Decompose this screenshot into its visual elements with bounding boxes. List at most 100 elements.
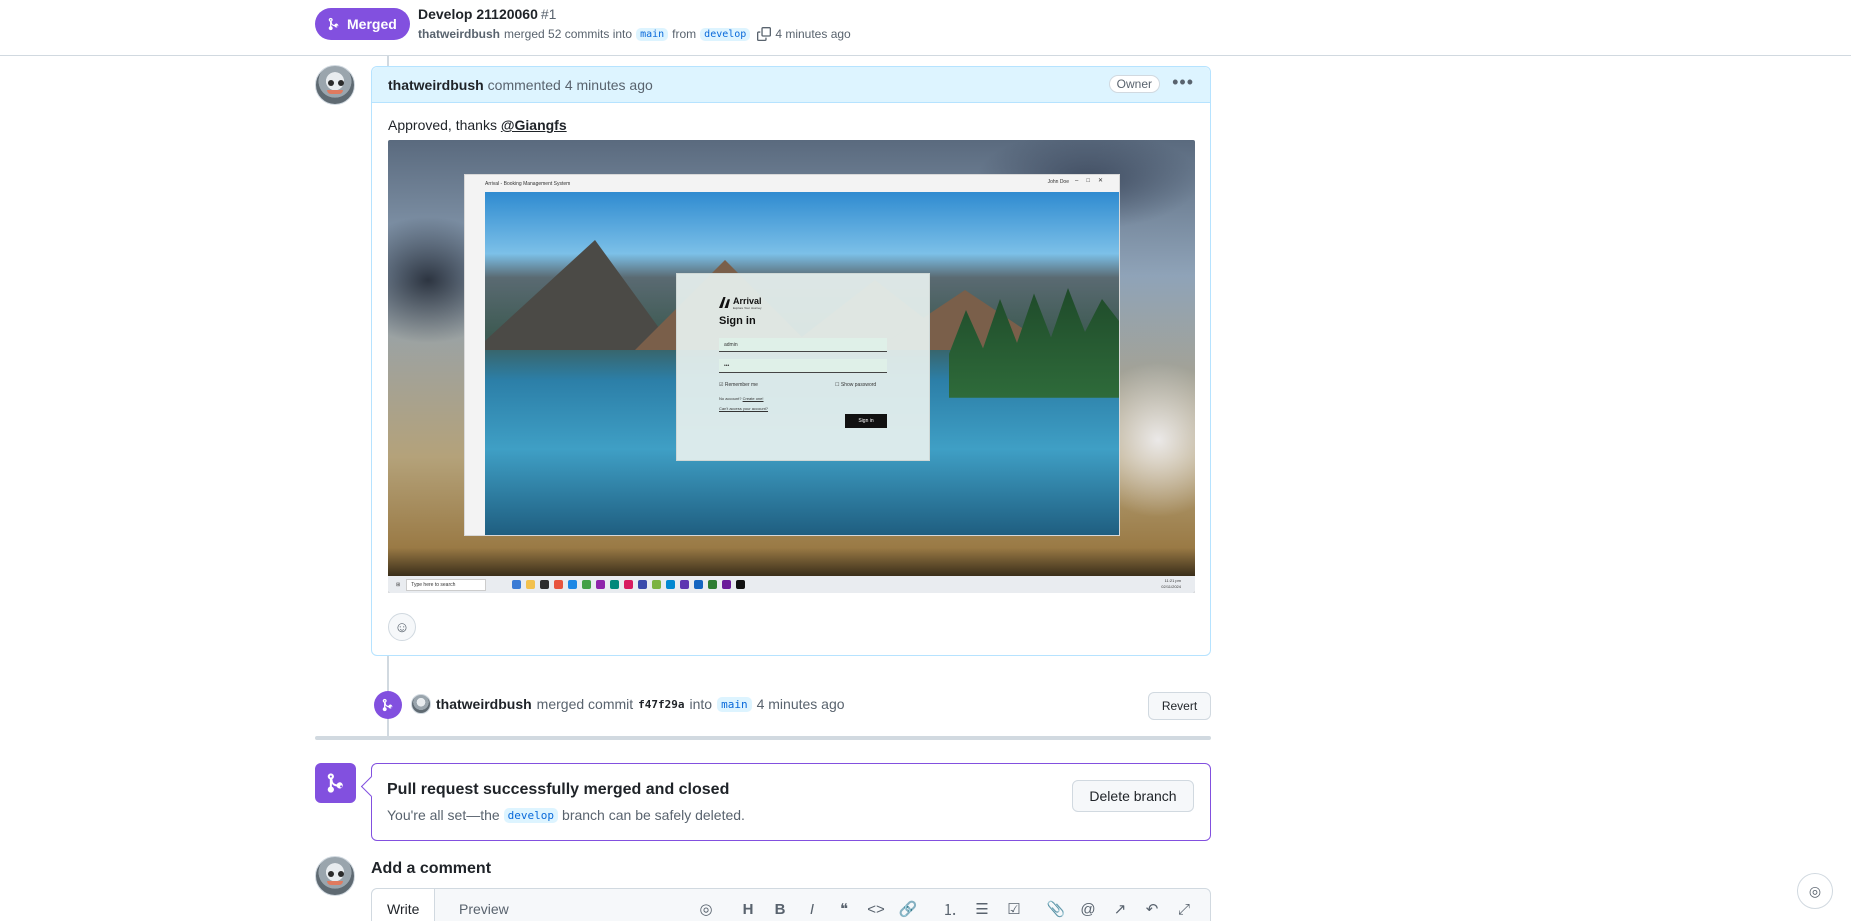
- screenshot-signin-heading: Sign in: [719, 315, 756, 327]
- screenshot-brand-tagline: Explore Your Journey: [733, 306, 762, 310]
- pr-number: #1: [540, 6, 557, 22]
- add-comment-title: Add a comment: [371, 860, 492, 877]
- quote-icon[interactable]: ❝: [828, 897, 860, 921]
- screenshot-show-password-label: Show password: [840, 382, 877, 388]
- comment-time-link[interactable]: 4 minutes ago: [565, 77, 653, 93]
- screenshot-brand: Arrival: [733, 296, 762, 306]
- screenshot-signin-button: Sign in: [845, 414, 887, 428]
- taskbar-app-icon: [596, 580, 606, 589]
- merge-event-text: thatweirdbush merged commit f47f29a into…: [411, 694, 845, 714]
- taskbar-clock-time: 11:21 pm: [1164, 578, 1181, 583]
- taskbar-clock: 11:21 pm 02/11/2024: [1161, 578, 1181, 590]
- pr-sticky-header: Merged Develop 21120060 #1 thatweirdbush …: [0, 0, 1851, 56]
- head-branch-label[interactable]: develop: [700, 27, 751, 41]
- merge-sub-before: You're all set—the: [387, 807, 500, 823]
- windows-start-icon: ⊞: [396, 581, 401, 588]
- screenshot-nav-rail: [465, 192, 485, 535]
- taskbar-app-icon: [540, 580, 550, 589]
- screenshot-user-name: John Doe: [1047, 179, 1069, 185]
- taskbar-app-icon: [638, 580, 648, 589]
- paperclip-icon[interactable]: 📎: [1040, 897, 1072, 921]
- numbered-list-icon[interactable]: ⒈: [934, 897, 966, 921]
- mention-icon[interactable]: @: [1072, 897, 1104, 921]
- reply-icon[interactable]: ↶: [1136, 897, 1168, 921]
- merge-box-icon-badge: [315, 763, 356, 803]
- fullscreen-icon[interactable]: ⤢: [1168, 897, 1200, 921]
- copilot-chat-button[interactable]: ◎: [1797, 873, 1833, 909]
- taskbar-app-icon: [736, 580, 746, 589]
- avatar-eye: [328, 871, 334, 878]
- merge-sub-branch[interactable]: develop: [503, 807, 559, 823]
- timeline-end-divider: [315, 736, 1211, 740]
- taskbar-app-icon: [610, 580, 620, 589]
- git-merge-icon: [382, 698, 393, 712]
- tab-write[interactable]: Write: [372, 889, 436, 921]
- tab-preview[interactable]: Preview: [444, 889, 524, 921]
- screenshot-no-account-text: No account?: [719, 396, 742, 401]
- window-controls-icon: –□✕: [1075, 178, 1111, 184]
- merge-event-action: merged commit: [536, 696, 634, 712]
- taskbar-app-icon: [652, 580, 662, 589]
- current-user-avatar[interactable]: [315, 856, 355, 896]
- taskbar-app-icon: [666, 580, 676, 589]
- markdown-toolbar: ◎ H B I ❝ <> 🔗 ⒈ ☰ ☑ 📎 @ ↗ ↶ ⤢: [690, 897, 1200, 921]
- pr-merged-text: merged 52 commits into: [504, 27, 633, 41]
- taskbar-app-icon: [512, 580, 522, 589]
- avatar-eye: [328, 80, 334, 87]
- merge-event-branch[interactable]: main: [717, 696, 752, 712]
- bold-icon[interactable]: B: [764, 897, 796, 921]
- base-branch-label[interactable]: main: [636, 27, 669, 41]
- code-icon[interactable]: <>: [860, 897, 892, 921]
- comment-author-link[interactable]: thatweirdbush: [388, 77, 484, 93]
- arrival-logo-icon: [719, 297, 730, 308]
- copy-icon[interactable]: [757, 27, 772, 41]
- unordered-list-icon[interactable]: ☰: [966, 897, 998, 921]
- screenshot-show-password-checkbox: ☐ Show password: [835, 382, 877, 388]
- screenshot-username-field: admin: [719, 338, 887, 352]
- merge-status-title: Pull request successfully merged and clo…: [387, 781, 730, 798]
- screenshot-remember-label: Remember me: [724, 382, 758, 388]
- screenshot-taskbar: ⊞ Type here to search 11:21 pm 02/11/2024: [388, 576, 1195, 593]
- copilot-icon[interactable]: ◎: [690, 897, 722, 921]
- smiley-icon: ☺: [394, 618, 410, 636]
- merge-event-into: into: [689, 696, 713, 712]
- taskbar-app-icon: [554, 580, 564, 589]
- merged-status-badge: Merged: [315, 8, 410, 40]
- merge-sub-after: branch can be safely deleted.: [562, 807, 745, 823]
- taskbar-app-icon: [526, 580, 536, 589]
- screenshot-signin-card: Arrival Explore Your Journey Sign in adm…: [676, 273, 930, 461]
- cross-reference-icon[interactable]: ↗: [1104, 897, 1136, 921]
- taskbar-app-icon: [708, 580, 718, 589]
- comment-card: thatweirdbush commented 4 minutes ago Ow…: [371, 66, 1211, 656]
- screenshot-cant-access-link: Can't access your account?: [719, 406, 769, 411]
- italic-icon[interactable]: I: [796, 897, 828, 921]
- merge-event-time[interactable]: 4 minutes ago: [757, 696, 845, 712]
- heading-icon[interactable]: H: [732, 897, 764, 921]
- comment-header: thatweirdbush commented 4 minutes ago: [372, 67, 1210, 103]
- copilot-icon: ◎: [1808, 882, 1822, 899]
- comment-action: commented: [487, 76, 561, 93]
- mention-link[interactable]: @Giangfs: [501, 117, 567, 133]
- git-merge-icon: [328, 17, 339, 31]
- merge-event-avatar[interactable]: [411, 694, 431, 714]
- merge-status-box: Pull request successfully merged and clo…: [371, 763, 1211, 841]
- attached-screenshot-image[interactable]: Arrival - Booking Management System John…: [388, 140, 1195, 593]
- delete-branch-button[interactable]: Delete branch: [1072, 780, 1194, 812]
- comment-author-avatar[interactable]: [315, 65, 355, 105]
- merge-status-subtitle: You're all set—the develop branch can be…: [387, 807, 745, 823]
- merge-event-author-link[interactable]: thatweirdbush: [436, 696, 532, 712]
- pr-author-link[interactable]: thatweirdbush: [418, 27, 500, 41]
- avatar-mouth: [327, 89, 343, 95]
- commit-sha-link[interactable]: f47f29a: [638, 698, 684, 711]
- add-reaction-button[interactable]: ☺: [388, 613, 416, 641]
- kebab-horizontal-icon[interactable]: •••: [1172, 72, 1194, 93]
- comment-editor-header: Write Preview ◎ H B I ❝ <> 🔗 ⒈ ☰ ☑ 📎 @ ↗…: [371, 888, 1211, 921]
- screenshot-app-title: Arrival - Booking Management System: [485, 180, 571, 187]
- revert-button[interactable]: Revert: [1148, 692, 1211, 720]
- git-merge-icon: [327, 773, 343, 793]
- task-list-icon[interactable]: ☑: [998, 897, 1030, 921]
- taskbar-app-icon: [722, 580, 732, 589]
- merge-event-badge: [374, 691, 402, 719]
- link-icon[interactable]: 🔗: [892, 897, 924, 921]
- owner-badge: Owner: [1108, 75, 1160, 93]
